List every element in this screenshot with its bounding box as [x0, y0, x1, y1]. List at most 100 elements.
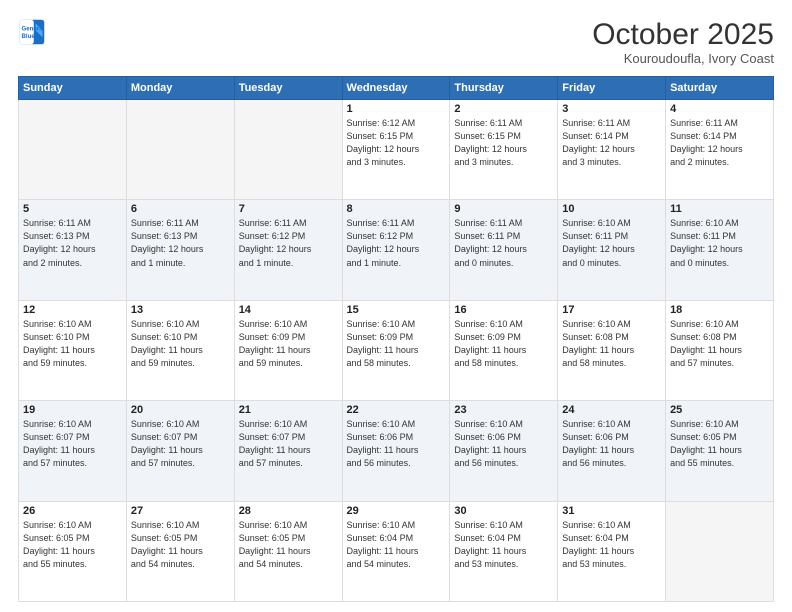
table-cell: 23 Sunrise: 6:10 AM Sunset: 6:06 PM Dayli…: [450, 401, 558, 501]
table-cell: [666, 501, 774, 601]
day-number: 17: [562, 304, 661, 316]
day-number: 18: [670, 304, 769, 316]
day-info: Sunrise: 6:11 AM Sunset: 6:13 PM Dayligh…: [23, 217, 122, 269]
day-info: Sunrise: 6:10 AM Sunset: 6:08 PM Dayligh…: [562, 318, 661, 370]
day-number: 30: [454, 505, 553, 517]
month-title: October 2025: [592, 18, 774, 51]
table-cell: 24Sunrise: 6:10 AM Sunset: 6:06 PM Dayli…: [558, 401, 666, 501]
table-cell: 1 Sunrise: 6:12 AM Sunset: 6:15 PM Daylig…: [342, 100, 450, 200]
table-cell: 7Sunrise: 6:11 AM Sunset: 6:12 PM Daylig…: [234, 200, 342, 300]
day-info: Sunrise: 6:10 AM Sunset: 6:06 PM Dayligh…: [454, 418, 553, 470]
page: General Blue October 2025 Kouroudoufla, …: [0, 0, 792, 612]
day-number: 4: [670, 103, 769, 115]
day-number: 26: [23, 505, 122, 517]
svg-text:Blue: Blue: [22, 33, 36, 40]
table-cell: [19, 100, 127, 200]
header-monday: Monday: [126, 77, 234, 100]
table-cell: 3 Sunrise: 6:11 AM Sunset: 6:14 PM Daylig…: [558, 100, 666, 200]
day-info: Sunrise: 6:10 AM Sunset: 6:05 PM Dayligh…: [670, 418, 769, 470]
day-number: 19: [23, 404, 122, 416]
header: General Blue October 2025 Kouroudoufla, …: [18, 18, 774, 66]
week-row-4: 19 Sunrise: 6:10 AM Sunset: 6:07 PM Dayli…: [19, 401, 774, 501]
location: Kouroudoufla, Ivory Coast: [592, 51, 774, 66]
table-cell: 13Sunrise: 6:10 AM Sunset: 6:10 PM Dayli…: [126, 300, 234, 400]
day-info: Sunrise: 6:12 AM Sunset: 6:15 PM Dayligh…: [347, 117, 446, 169]
day-info: Sunrise: 6:10 AM Sunset: 6:06 PM Dayligh…: [347, 418, 446, 470]
day-info: Sunrise: 6:10 AM Sunset: 6:10 PM Dayligh…: [23, 318, 122, 370]
table-cell: 10 Sunrise: 6:10 AM Sunset: 6:11 PM Dayli…: [558, 200, 666, 300]
day-number: 14: [239, 304, 338, 316]
table-cell: 5Sunrise: 6:11 AM Sunset: 6:13 PM Daylig…: [19, 200, 127, 300]
day-number: 24: [562, 404, 661, 416]
day-number: 8: [347, 203, 446, 215]
calendar: Sunday Monday Tuesday Wednesday Thursday…: [18, 76, 774, 602]
header-wednesday: Wednesday: [342, 77, 450, 100]
day-info: Sunrise: 6:10 AM Sunset: 6:05 PM Dayligh…: [239, 519, 338, 571]
day-number: 3: [562, 103, 661, 115]
day-info: Sunrise: 6:10 AM Sunset: 6:05 PM Dayligh…: [23, 519, 122, 571]
day-info: Sunrise: 6:10 AM Sunset: 6:09 PM Dayligh…: [239, 318, 338, 370]
day-number: 7: [239, 203, 338, 215]
title-block: October 2025 Kouroudoufla, Ivory Coast: [592, 18, 774, 66]
day-info: Sunrise: 6:10 AM Sunset: 6:04 PM Dayligh…: [454, 519, 553, 571]
header-thursday: Thursday: [450, 77, 558, 100]
day-info: Sunrise: 6:11 AM Sunset: 6:13 PM Dayligh…: [131, 217, 230, 269]
table-cell: [234, 100, 342, 200]
day-info: Sunrise: 6:11 AM Sunset: 6:14 PM Dayligh…: [562, 117, 661, 169]
day-info: Sunrise: 6:10 AM Sunset: 6:09 PM Dayligh…: [454, 318, 553, 370]
table-cell: 15Sunrise: 6:10 AM Sunset: 6:09 PM Dayli…: [342, 300, 450, 400]
table-cell: 20 Sunrise: 6:10 AM Sunset: 6:07 PM Dayli…: [126, 401, 234, 501]
day-info: Sunrise: 6:10 AM Sunset: 6:08 PM Dayligh…: [670, 318, 769, 370]
day-info: Sunrise: 6:10 AM Sunset: 6:07 PM Dayligh…: [23, 418, 122, 470]
table-cell: 12 Sunrise: 6:10 AM Sunset: 6:10 PM Dayli…: [19, 300, 127, 400]
day-info: Sunrise: 6:10 AM Sunset: 6:05 PM Dayligh…: [131, 519, 230, 571]
week-row-2: 5Sunrise: 6:11 AM Sunset: 6:13 PM Daylig…: [19, 200, 774, 300]
day-info: Sunrise: 6:10 AM Sunset: 6:04 PM Dayligh…: [347, 519, 446, 571]
day-number: 10: [562, 203, 661, 215]
table-cell: 14 Sunrise: 6:10 AM Sunset: 6:09 PM Dayli…: [234, 300, 342, 400]
day-info: Sunrise: 6:11 AM Sunset: 6:11 PM Dayligh…: [454, 217, 553, 269]
day-info: Sunrise: 6:11 AM Sunset: 6:15 PM Dayligh…: [454, 117, 553, 169]
day-info: Sunrise: 6:10 AM Sunset: 6:11 PM Dayligh…: [562, 217, 661, 269]
day-number: 16: [454, 304, 553, 316]
day-number: 2: [454, 103, 553, 115]
table-cell: 25Sunrise: 6:10 AM Sunset: 6:05 PM Dayli…: [666, 401, 774, 501]
day-number: 22: [347, 404, 446, 416]
table-cell: 18 Sunrise: 6:10 AM Sunset: 6:08 PM Dayli…: [666, 300, 774, 400]
table-cell: 31 Sunrise: 6:10 AM Sunset: 6:04 PM Dayli…: [558, 501, 666, 601]
day-info: Sunrise: 6:10 AM Sunset: 6:07 PM Dayligh…: [131, 418, 230, 470]
day-number: 23: [454, 404, 553, 416]
day-info: Sunrise: 6:10 AM Sunset: 6:09 PM Dayligh…: [347, 318, 446, 370]
day-number: 20: [131, 404, 230, 416]
day-number: 12: [23, 304, 122, 316]
week-row-3: 12 Sunrise: 6:10 AM Sunset: 6:10 PM Dayli…: [19, 300, 774, 400]
table-cell: 16 Sunrise: 6:10 AM Sunset: 6:09 PM Dayli…: [450, 300, 558, 400]
week-row-1: 1 Sunrise: 6:12 AM Sunset: 6:15 PM Daylig…: [19, 100, 774, 200]
day-number: 9: [454, 203, 553, 215]
day-info: Sunrise: 6:11 AM Sunset: 6:14 PM Dayligh…: [670, 117, 769, 169]
table-cell: 28 Sunrise: 6:10 AM Sunset: 6:05 PM Dayli…: [234, 501, 342, 601]
table-cell: 30 Sunrise: 6:10 AM Sunset: 6:04 PM Dayli…: [450, 501, 558, 601]
table-cell: 17 Sunrise: 6:10 AM Sunset: 6:08 PM Dayli…: [558, 300, 666, 400]
day-info: Sunrise: 6:10 AM Sunset: 6:04 PM Dayligh…: [562, 519, 661, 571]
day-info: Sunrise: 6:10 AM Sunset: 6:11 PM Dayligh…: [670, 217, 769, 269]
table-cell: 26 Sunrise: 6:10 AM Sunset: 6:05 PM Dayli…: [19, 501, 127, 601]
table-cell: 6Sunrise: 6:11 AM Sunset: 6:13 PM Daylig…: [126, 200, 234, 300]
weekday-header-row: Sunday Monday Tuesday Wednesday Thursday…: [19, 77, 774, 100]
day-number: 28: [239, 505, 338, 517]
table-cell: 2 Sunrise: 6:11 AM Sunset: 6:15 PM Daylig…: [450, 100, 558, 200]
header-friday: Friday: [558, 77, 666, 100]
day-number: 1: [347, 103, 446, 115]
table-cell: 11Sunrise: 6:10 AM Sunset: 6:11 PM Dayli…: [666, 200, 774, 300]
logo-icon: General Blue: [18, 18, 46, 46]
logo: General Blue: [18, 18, 46, 46]
day-number: 31: [562, 505, 661, 517]
day-info: Sunrise: 6:10 AM Sunset: 6:10 PM Dayligh…: [131, 318, 230, 370]
table-cell: 8Sunrise: 6:11 AM Sunset: 6:12 PM Daylig…: [342, 200, 450, 300]
table-cell: 27Sunrise: 6:10 AM Sunset: 6:05 PM Dayli…: [126, 501, 234, 601]
header-tuesday: Tuesday: [234, 77, 342, 100]
header-saturday: Saturday: [666, 77, 774, 100]
table-cell: 22 Sunrise: 6:10 AM Sunset: 6:06 PM Dayli…: [342, 401, 450, 501]
table-cell: 19 Sunrise: 6:10 AM Sunset: 6:07 PM Dayli…: [19, 401, 127, 501]
day-number: 21: [239, 404, 338, 416]
